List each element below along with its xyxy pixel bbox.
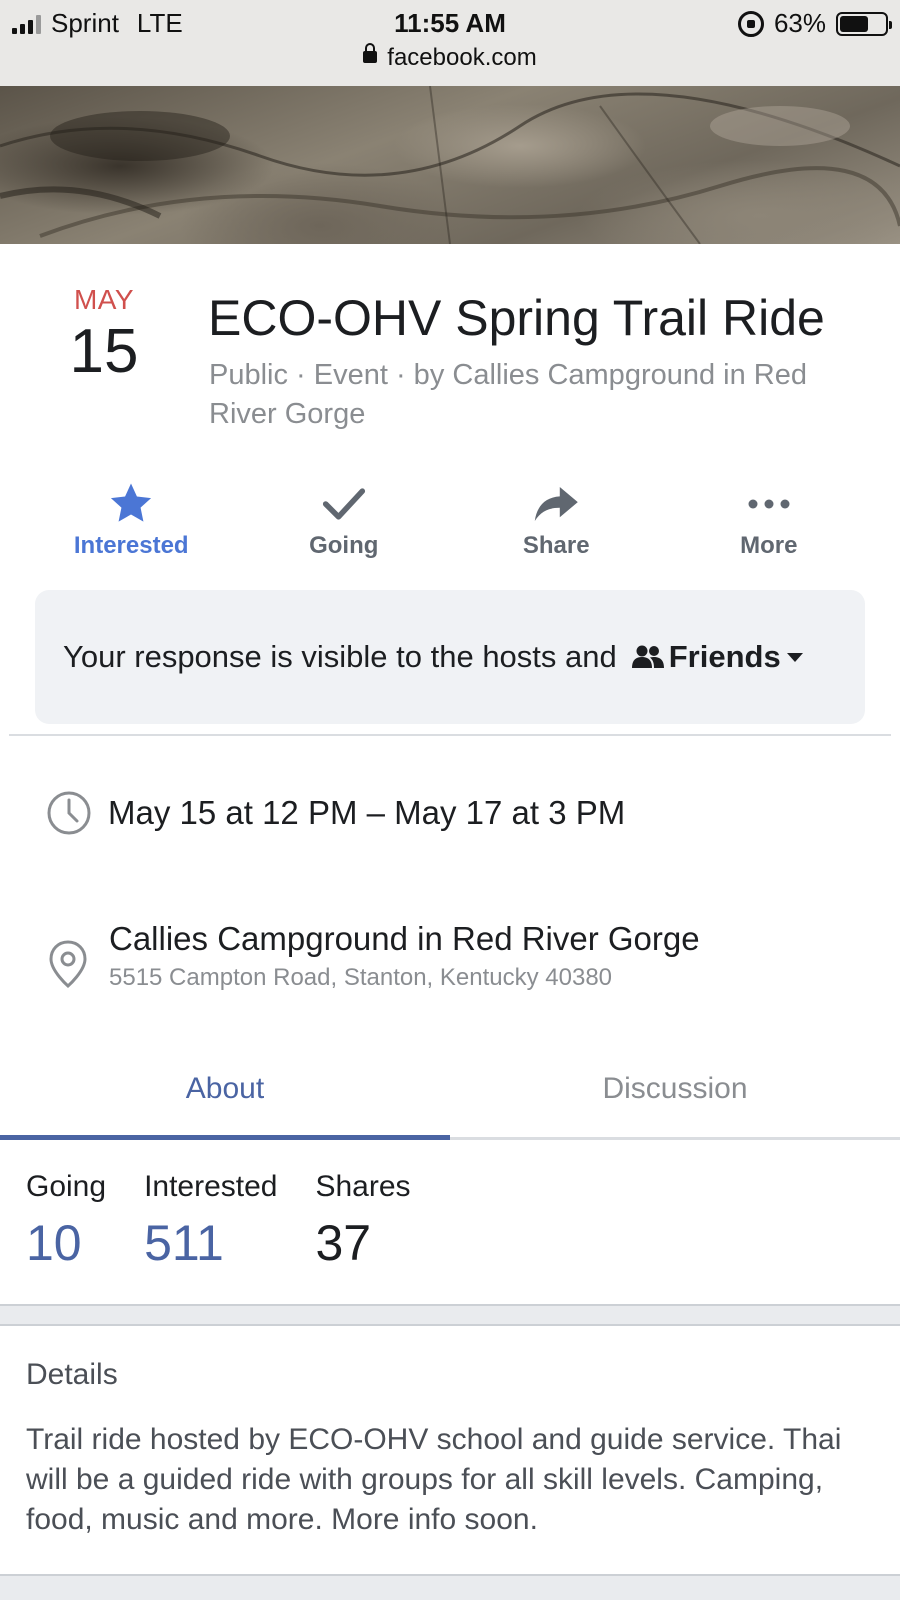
shares-stat: Shares 37 — [315, 1170, 410, 1272]
place-address: 5515 Campton Road, Stanton, Kentucky 403… — [109, 964, 613, 991]
status-bar: Sprint LTE 11:55 AM 63% facebook.com — [0, 0, 900, 86]
audience-label: Friends — [668, 639, 781, 674]
more-button[interactable]: More — [663, 480, 876, 570]
details-body: Trail ride hosted by ECO-OHV school and … — [26, 1423, 842, 1536]
place-name: Callies Campground in Red River Gorge — [109, 920, 700, 957]
event-stats: Going 10 Interested 511 Shares 37 — [26, 1170, 449, 1272]
check-icon — [322, 488, 365, 520]
event-tabs: About Discussion — [0, 1050, 900, 1140]
event-date: MAY 15 — [52, 284, 156, 388]
address-bar[interactable]: facebook.com — [0, 42, 900, 72]
audience-selector[interactable]: Friends — [623, 639, 803, 675]
interested-stat-label: Interested — [144, 1170, 278, 1203]
more-label: More — [740, 532, 798, 559]
share-label: Share — [522, 532, 590, 559]
share-button[interactable]: Share — [450, 480, 663, 570]
location-pin-icon — [49, 940, 87, 988]
share-arrow-icon — [535, 486, 579, 522]
details-heading: Details — [26, 1358, 118, 1391]
going-stat-label: Going — [26, 1170, 107, 1203]
event-subtitle[interactable]: Public · Event · by Callies Campground i… — [209, 356, 869, 434]
event-month: MAY — [73, 284, 135, 315]
battery-icon — [836, 11, 892, 36]
going-stat-value: 10 — [26, 1215, 82, 1271]
padlock-icon — [363, 42, 378, 63]
section-separator — [0, 1304, 900, 1326]
rock-texture — [0, 86, 900, 244]
shares-stat-value: 37 — [315, 1215, 372, 1271]
cover-photo[interactable] — [0, 86, 900, 244]
tab-discussion[interactable]: Discussion — [450, 1050, 900, 1137]
going-button[interactable]: Going — [238, 480, 451, 570]
shares-stat-label: Shares — [315, 1170, 411, 1203]
section-separator-bottom — [0, 1574, 900, 1600]
battery-percent: 63% — [773, 8, 826, 38]
response-visibility-box: Your response is visible to the hosts an… — [35, 590, 865, 724]
url-text: facebook.com — [387, 44, 537, 71]
going-label: Going — [309, 532, 379, 559]
interested-button[interactable]: Interested — [25, 480, 238, 570]
event-datetime-row[interactable]: May 15 at 12 PM – May 17 at 3 PM — [46, 790, 876, 836]
event-datetime: May 15 at 12 PM – May 17 at 3 PM — [108, 794, 626, 831]
star-icon — [111, 483, 152, 522]
dropdown-caret-icon — [786, 652, 803, 662]
divider — [9, 734, 891, 736]
interested-stat-value: 511 — [144, 1215, 224, 1271]
more-dots-icon — [748, 499, 790, 509]
clock-icon — [47, 791, 91, 835]
status-right: 63% — [737, 8, 892, 39]
interested-label: Interested — [73, 532, 189, 559]
event-actions: Interested Going Share More — [25, 480, 875, 570]
event-title: ECO-OHV Spring Trail Ride — [208, 290, 825, 346]
tab-about[interactable]: About — [0, 1050, 450, 1140]
event-location-row[interactable]: Callies Campground in Red River Gorge 55… — [46, 920, 876, 992]
friends-icon — [631, 645, 664, 668]
orientation-lock-icon — [737, 10, 764, 37]
interested-stat[interactable]: Interested 511 — [144, 1170, 277, 1272]
response-text: Your response is visible to the hosts an… — [63, 639, 617, 674]
going-stat[interactable]: Going 10 — [26, 1170, 106, 1272]
event-day: 15 — [69, 317, 139, 386]
